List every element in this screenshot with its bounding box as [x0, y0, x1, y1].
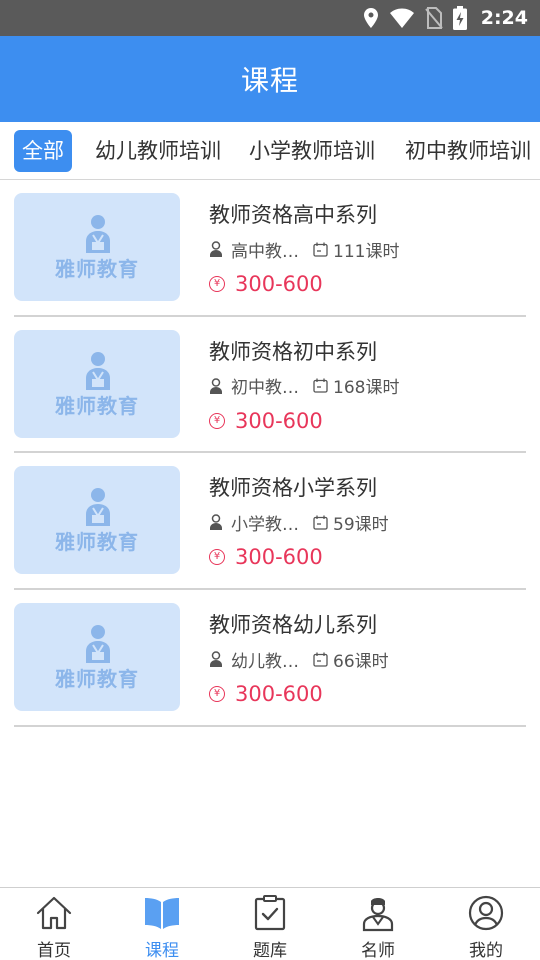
tab-kindergarten-teacher-training[interactable]: 幼儿教师培训 [95, 130, 221, 172]
location-icon [363, 8, 378, 28]
person-icon [210, 651, 222, 668]
thumbnail-brand-label: 雅师教育 [55, 257, 139, 281]
course-item[interactable]: 雅师教育 教师资格初中系列 初中教师资格 168课时 ¥ 300-600 [14, 317, 526, 454]
course-hours: 59课时 [333, 514, 389, 535]
course-item[interactable]: 雅师教育 教师资格幼儿系列 幼儿教师资格 66课时 ¥ 300-600 [14, 590, 526, 727]
calendar-icon [313, 652, 328, 667]
thumbnail-brand-label: 雅师教育 [55, 393, 139, 418]
price-row: ¥ 300-600 [209, 409, 323, 433]
price-row: ¥ 300-600 [209, 272, 323, 296]
person-icon [210, 241, 222, 257]
status-icons: 2:24 [363, 0, 528, 36]
thumbnail-brand-label: 雅师教育 [55, 667, 139, 692]
app-header: 课程 [0, 36, 540, 122]
teacher-figure-icon [86, 488, 110, 527]
person-icon [210, 514, 222, 531]
course-list: 雅师教育 教师资格高中系列 高中教师资格 111课时 ¥ 300-600 雅师教… [14, 180, 526, 727]
wifi-icon [389, 8, 414, 28]
tab-junior-high-teacher-training[interactable]: 初中教师培训 [405, 130, 531, 172]
nav-label: 课程 [145, 941, 179, 960]
course-meta: 小学教师资格 59课时 [209, 510, 389, 535]
bottom-nav: 首页 课程 题库 名师 我的 [0, 887, 540, 960]
course-hours: 66课时 [333, 651, 389, 672]
thumbnail-brand-label: 雅师教育 [55, 530, 139, 555]
course-category: 初中教师资格 [231, 378, 305, 399]
course-title: 教师资格小学系列 [209, 476, 377, 501]
nav-question-bank[interactable]: 题库 [216, 888, 324, 960]
status-time: 2:24 [480, 7, 528, 29]
nav-courses[interactable]: 课程 [108, 888, 216, 960]
nav-teachers[interactable]: 名师 [324, 888, 432, 960]
course-price: 300-600 [235, 408, 323, 433]
calendar-icon [313, 378, 328, 393]
yen-icon: ¥ [209, 549, 225, 566]
course-price: 300-600 [235, 682, 323, 707]
course-title: 教师资格幼儿系列 [209, 613, 377, 638]
tab-primary-teacher-training[interactable]: 小学教师培训 [249, 130, 375, 172]
book-icon [145, 898, 179, 929]
calendar-icon [313, 515, 328, 530]
course-meta: 高中教师资格 111课时 [209, 237, 400, 262]
nav-label: 题库 [253, 941, 287, 960]
course-thumbnail: 雅师教育 [14, 466, 180, 575]
course-hours: 168课时 [333, 378, 400, 399]
course-meta: 幼儿教师资格 66课时 [209, 647, 389, 672]
course-price: 300-600 [235, 272, 323, 296]
price-row: ¥ 300-600 [209, 545, 323, 569]
course-thumbnail: 雅师教育 [14, 329, 180, 438]
page-title: 课程 [240, 64, 299, 97]
course-item[interactable]: 雅师教育 教师资格小学系列 小学教师资格 59课时 ¥ 300-600 [14, 453, 526, 591]
course-meta: 初中教师资格 168课时 [209, 374, 399, 398]
profile-icon [468, 895, 504, 931]
course-thumbnail: 雅师教育 [14, 193, 180, 301]
status-bar: 2:24 [0, 0, 540, 36]
course-title: 教师资格初中系列 [209, 339, 377, 364]
nav-profile[interactable]: 我的 [432, 888, 540, 960]
battery-charging-icon [452, 6, 467, 30]
home-icon [36, 896, 72, 930]
price-row: ¥ 300-600 [209, 682, 323, 706]
course-category: 小学教师资格 [231, 514, 305, 535]
nav-label: 我的 [469, 941, 503, 960]
teacher-icon [362, 898, 394, 932]
course-item[interactable]: 雅师教育 教师资格高中系列 高中教师资格 111课时 ¥ 300-600 [14, 180, 526, 317]
teacher-figure-icon [86, 351, 110, 390]
tab-all[interactable]: 全部 [14, 130, 72, 172]
course-category: 幼儿教师资格 [231, 651, 305, 672]
yen-icon: ¥ [209, 412, 225, 429]
category-tabs: 全部 幼儿教师培训 小学教师培训 初中教师培训 [0, 122, 540, 180]
course-thumbnail: 雅师教育 [14, 603, 180, 712]
yen-icon: ¥ [209, 686, 225, 703]
nav-label: 首页 [37, 941, 71, 960]
course-category: 高中教师资格 [231, 241, 305, 262]
person-icon [210, 377, 222, 394]
course-hours: 111课时 [333, 241, 400, 262]
yen-icon: ¥ [209, 276, 225, 292]
teacher-figure-icon [86, 215, 110, 253]
course-price: 300-600 [235, 545, 323, 570]
course-title: 教师资格高中系列 [209, 203, 377, 227]
checklist-icon [254, 895, 286, 931]
no-sim-icon [424, 7, 443, 29]
calendar-icon [313, 242, 328, 257]
nav-home[interactable]: 首页 [0, 888, 108, 960]
teacher-figure-icon [86, 625, 110, 664]
nav-label: 名师 [361, 941, 395, 960]
